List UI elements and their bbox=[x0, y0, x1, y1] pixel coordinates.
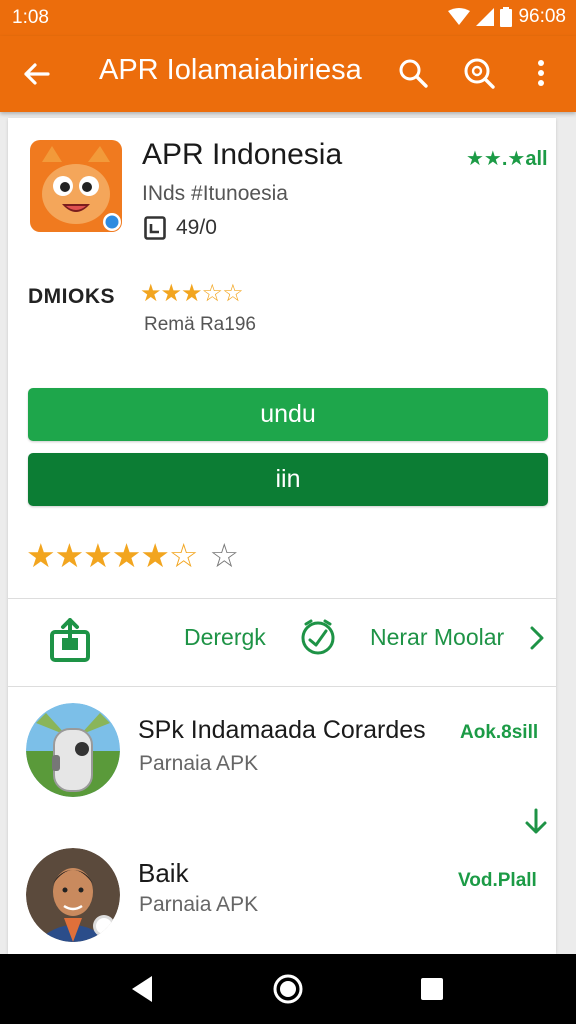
list-item-title[interactable]: Baik bbox=[138, 858, 189, 889]
list-item-title[interactable]: SPk Indamaada Corardes bbox=[138, 716, 426, 745]
list-item-avatar[interactable] bbox=[26, 848, 120, 942]
nav-recents-icon[interactable] bbox=[415, 972, 449, 1006]
status-clock: 96:08 bbox=[518, 6, 566, 27]
chevron-right-icon[interactable] bbox=[526, 624, 548, 652]
app-bar: APR Iolamaiabiriesa bbox=[0, 36, 576, 112]
divider bbox=[8, 598, 556, 599]
filled-stars[interactable]: ★★★★★☆ bbox=[26, 537, 199, 574]
app-size: 49/0 bbox=[176, 216, 217, 239]
app-bar-title: APR Iolamaiabiriesa bbox=[99, 54, 362, 86]
search-icon[interactable] bbox=[396, 56, 430, 90]
list-item-meta: Aok.8sill bbox=[460, 722, 539, 743]
status-bar: 1:08 96:08 bbox=[0, 0, 576, 36]
app-icon[interactable] bbox=[30, 140, 122, 232]
share-icon[interactable] bbox=[48, 618, 92, 662]
nav-back-icon[interactable] bbox=[126, 972, 160, 1006]
status-time: 1:08 bbox=[12, 7, 49, 28]
nav-home-icon[interactable] bbox=[271, 972, 305, 1006]
install-button[interactable]: iin bbox=[28, 453, 548, 506]
file-icon bbox=[144, 216, 166, 240]
back-arrow-icon[interactable] bbox=[20, 58, 52, 90]
rating-summary: ★★.★all bbox=[466, 148, 548, 170]
divider bbox=[8, 686, 556, 687]
action-right-label[interactable]: Nerar Moolar bbox=[370, 624, 504, 651]
app-detail-card: APR Indonesia ★★.★all INds #Itunoesia 49… bbox=[8, 118, 556, 954]
list-item-subtitle: Parnaia APK bbox=[139, 893, 259, 916]
clock-icon[interactable] bbox=[298, 618, 338, 658]
navigation-bar bbox=[0, 954, 576, 1024]
download-button[interactable]: undu bbox=[28, 388, 548, 441]
app-developer[interactable]: INds #Itunoesia bbox=[142, 182, 288, 206]
wifi-icon bbox=[448, 8, 471, 25]
list-item-thumbnail[interactable] bbox=[26, 703, 120, 797]
list-item-subtitle: Parnaia APK bbox=[139, 752, 259, 775]
star-rating[interactable]: ★★★★★☆ ☆ bbox=[26, 536, 240, 575]
signal-icon bbox=[476, 8, 495, 26]
battery-icon bbox=[500, 7, 513, 27]
list-item-meta: Vod.Plall bbox=[458, 870, 537, 891]
review-count: Remä Ra196 bbox=[144, 314, 256, 335]
small-star-rating: ★★★☆☆ bbox=[140, 280, 244, 307]
more-options-icon[interactable] bbox=[524, 56, 558, 90]
zoom-search-icon[interactable] bbox=[462, 56, 496, 90]
downloads-label: DMIOKS bbox=[28, 285, 115, 308]
empty-star[interactable]: ☆ bbox=[210, 537, 240, 574]
app-name: APR Indonesia bbox=[142, 138, 343, 171]
action-left-label[interactable]: Derergk bbox=[184, 624, 266, 651]
download-icon[interactable] bbox=[520, 806, 552, 838]
size-row: 49/0 bbox=[144, 216, 217, 240]
